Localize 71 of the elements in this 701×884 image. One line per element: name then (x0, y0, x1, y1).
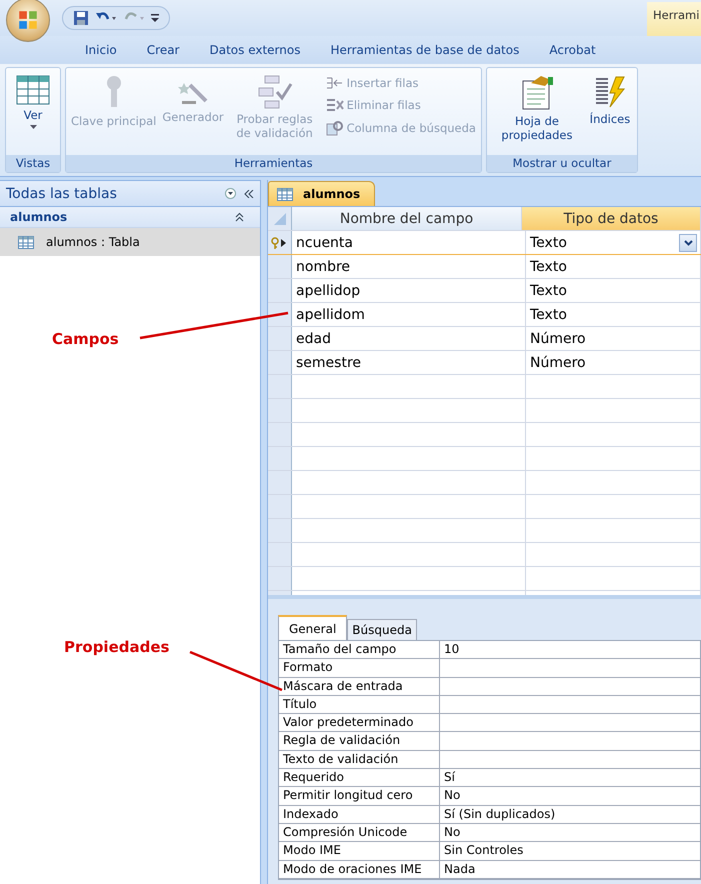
save-icon[interactable] (73, 10, 89, 26)
customize-icon[interactable] (151, 13, 159, 23)
document-tab[interactable]: alumnos (268, 181, 375, 206)
property-label: Valor predeterminado (279, 714, 440, 732)
chevron-down-icon (684, 240, 692, 246)
ribbon-button[interactable]: Ver (8, 71, 58, 133)
property-label: Formato (279, 659, 440, 677)
table-cell: Número (530, 330, 586, 346)
property-label: Texto de validación (279, 750, 440, 768)
property-tab[interactable]: Búsqueda (347, 619, 417, 640)
property-label: Regla de validación (279, 732, 440, 750)
property-value-field[interactable]: No (440, 787, 700, 805)
index-icon (594, 75, 626, 109)
ribbon-tab[interactable]: Acrobat (534, 39, 611, 61)
property-label: Modo IME (279, 842, 440, 860)
property-value-field[interactable]: Nada (440, 860, 700, 878)
corner-icon (272, 212, 286, 226)
ribbon-tab[interactable]: Datos externos (194, 39, 316, 61)
property-value-field[interactable]: Sí (440, 769, 700, 786)
flowchart-icon (256, 75, 293, 109)
ribbon-tab[interactable]: Inicio (70, 39, 132, 61)
insert-rows-icon (326, 76, 344, 90)
property-label: Indexado (279, 806, 440, 823)
table-icon (16, 75, 50, 105)
table-cell: Texto (530, 258, 567, 274)
ribbon-button[interactable]: Hoja de propiedades (488, 71, 585, 146)
property-label: Tamaño del campo (279, 641, 440, 658)
property-label: Modo de oraciones IME (279, 860, 440, 878)
group-label: Herramientas (66, 155, 481, 172)
group-label: Vistas (6, 155, 60, 172)
table-cell: semestre (292, 351, 526, 374)
dropdown-button[interactable] (679, 234, 697, 252)
lookup-column-icon (326, 120, 344, 136)
property-label: Permitir longitud cero (279, 787, 440, 805)
property-value-field[interactable]: 10 (440, 641, 700, 658)
annotation-label: Campos (52, 330, 119, 348)
logo-icon (17, 9, 39, 31)
group-header[interactable]: alumnos (0, 207, 260, 228)
nav-item[interactable]: alumnos : Tabla (0, 228, 260, 256)
property-label: Requerido (279, 769, 440, 786)
group-label: Mostrar u ocultar (486, 155, 637, 172)
contextual-tab[interactable]: Herrami (647, 2, 701, 36)
property-value-field[interactable]: No (440, 824, 700, 842)
table-cell: edad (292, 327, 526, 350)
table-cell: apellidom (292, 303, 526, 326)
delete-rows-icon (326, 98, 344, 112)
collapse-icon[interactable] (244, 190, 254, 198)
property-label: Máscara de entrada (279, 678, 440, 695)
table-cell: Texto (530, 234, 567, 250)
table-cell: nombre (292, 255, 526, 278)
table-icon (277, 188, 293, 200)
table-cell: Texto (530, 306, 567, 322)
ribbon-tab[interactable]: Herramientas de base de datos (315, 39, 534, 61)
column-header: Tipo de datos (522, 207, 701, 230)
ribbon-tab[interactable]: Crear (132, 39, 194, 61)
row-selector[interactable] (268, 231, 292, 254)
property-value-field[interactable]: Sí (Sin duplicados) (440, 806, 700, 823)
property-label: Título (279, 696, 440, 714)
property-tab[interactable]: General (278, 615, 348, 640)
office-button[interactable] (6, 0, 50, 42)
table-cell: Número (530, 354, 586, 370)
table-cell: apellidop (292, 279, 526, 302)
table-icon (18, 236, 34, 248)
property-label: Compresión Unicode (279, 824, 440, 842)
annotation-label: Propiedades (64, 638, 170, 656)
property-value-field[interactable]: Sin Controles (440, 842, 700, 860)
ribbon-button[interactable]: Índices (584, 71, 635, 130)
table-cell: ncuenta (292, 231, 526, 254)
table-cell: Texto (530, 282, 567, 298)
dropdown-icon[interactable] (225, 188, 236, 199)
pane-title: Todas las tablas (6, 186, 118, 202)
